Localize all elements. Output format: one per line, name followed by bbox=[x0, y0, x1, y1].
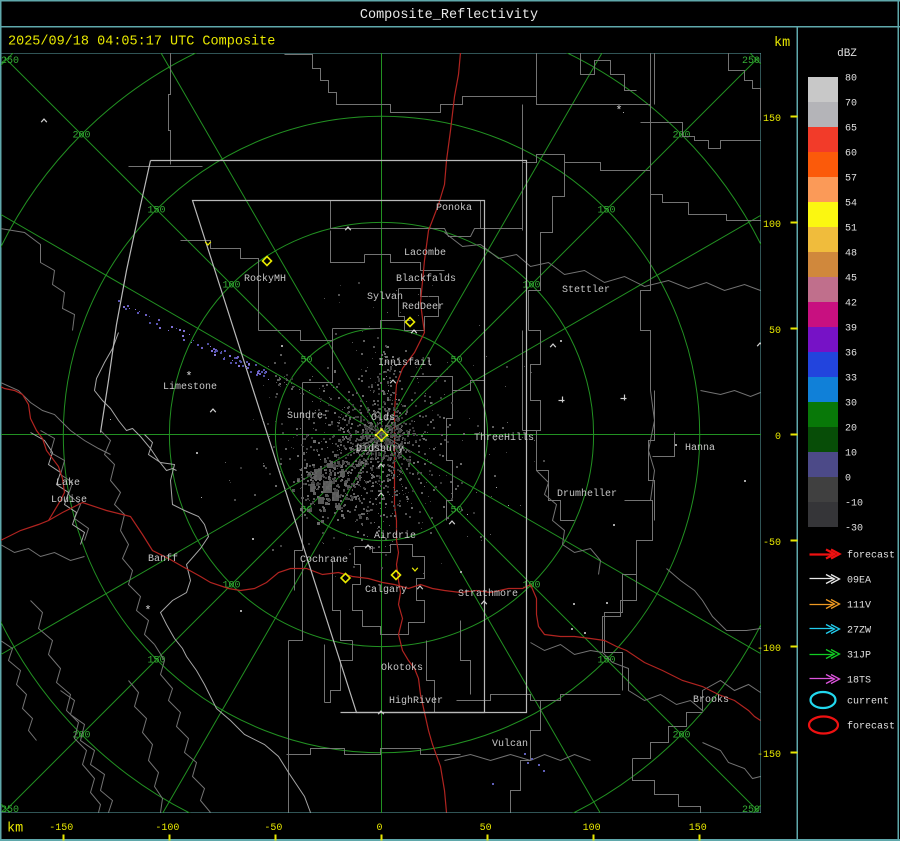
svg-text:48: 48 bbox=[845, 249, 857, 260]
svg-text:200: 200 bbox=[72, 131, 90, 142]
svg-text:39: 39 bbox=[845, 324, 857, 335]
svg-text:Sylvan: Sylvan bbox=[367, 291, 403, 303]
svg-text:100: 100 bbox=[763, 220, 781, 231]
svg-text:51: 51 bbox=[845, 224, 857, 235]
svg-text:70: 70 bbox=[845, 99, 857, 110]
svg-text:150: 150 bbox=[597, 206, 615, 217]
svg-text:-150: -150 bbox=[757, 750, 781, 761]
svg-text:33: 33 bbox=[845, 374, 857, 385]
svg-text:60: 60 bbox=[845, 149, 857, 160]
svg-text:km: km bbox=[7, 822, 23, 837]
svg-text:80: 80 bbox=[845, 74, 857, 85]
svg-text:10: 10 bbox=[845, 449, 857, 460]
svg-text:Calgary: Calgary bbox=[365, 584, 407, 596]
svg-text:111V: 111V bbox=[847, 601, 871, 612]
svg-text:Hanna: Hanna bbox=[685, 443, 715, 454]
svg-text:150: 150 bbox=[147, 206, 165, 217]
svg-text:65: 65 bbox=[845, 124, 857, 135]
svg-text:HighRiver: HighRiver bbox=[389, 695, 443, 707]
svg-text:Ponoka: Ponoka bbox=[436, 202, 472, 214]
svg-text:2025/09/18 04:05:17 UTC Compos: 2025/09/18 04:05:17 UTC Composite bbox=[8, 35, 275, 50]
svg-text:-100: -100 bbox=[155, 823, 179, 834]
svg-text:100: 100 bbox=[522, 281, 540, 292]
svg-text:50: 50 bbox=[450, 506, 462, 517]
svg-text:20: 20 bbox=[845, 424, 857, 435]
svg-text:200: 200 bbox=[672, 731, 690, 742]
svg-text:forecast: forecast bbox=[847, 721, 895, 733]
svg-text:km: km bbox=[774, 36, 790, 51]
svg-text:50: 50 bbox=[300, 356, 312, 367]
svg-text:Innisfail: Innisfail bbox=[378, 357, 432, 369]
svg-text:Vulcan: Vulcan bbox=[492, 738, 528, 750]
svg-text:Drumheller: Drumheller bbox=[557, 488, 617, 500]
svg-text:Sundre: Sundre bbox=[287, 410, 323, 422]
svg-text:0: 0 bbox=[775, 432, 781, 443]
svg-text:-100: -100 bbox=[757, 644, 781, 655]
svg-text:Lacombe: Lacombe bbox=[404, 247, 446, 259]
svg-text:*: * bbox=[144, 604, 151, 618]
svg-text:Stettler: Stettler bbox=[562, 284, 610, 296]
svg-text:RedDeer: RedDeer bbox=[402, 301, 444, 313]
svg-text:100: 100 bbox=[583, 823, 601, 834]
svg-text:50: 50 bbox=[480, 823, 492, 834]
svg-text:Banff: Banff bbox=[148, 553, 178, 565]
svg-text:50: 50 bbox=[450, 356, 462, 367]
svg-text:Cochrane: Cochrane bbox=[300, 554, 348, 566]
svg-text:ThreeHills: ThreeHills bbox=[474, 432, 534, 444]
svg-text:18TS: 18TS bbox=[847, 676, 871, 687]
svg-text:-50: -50 bbox=[763, 538, 781, 549]
svg-text:-30: -30 bbox=[845, 524, 863, 535]
svg-text:36: 36 bbox=[845, 349, 857, 360]
svg-text:Louise: Louise bbox=[51, 494, 87, 506]
svg-text:Blackfalds: Blackfalds bbox=[396, 273, 456, 285]
svg-text:forecast: forecast bbox=[847, 550, 895, 562]
svg-text:31JP: 31JP bbox=[847, 651, 871, 662]
svg-text:250: 250 bbox=[1, 56, 19, 67]
svg-text:current: current bbox=[847, 697, 889, 708]
svg-text:Composite_Reflectivity: Composite_Reflectivity bbox=[360, 8, 538, 23]
svg-text:*: * bbox=[615, 104, 622, 118]
svg-text:54: 54 bbox=[845, 199, 857, 210]
svg-text:42: 42 bbox=[845, 299, 857, 310]
svg-text:150: 150 bbox=[763, 114, 781, 125]
svg-text:30: 30 bbox=[845, 399, 857, 410]
svg-text:-150: -150 bbox=[49, 823, 73, 834]
svg-text:250: 250 bbox=[742, 56, 760, 67]
svg-text:Lake: Lake bbox=[56, 477, 80, 489]
svg-text:RockyMH: RockyMH bbox=[244, 273, 286, 285]
svg-text:Didsbury: Didsbury bbox=[356, 443, 404, 455]
svg-text:09EA: 09EA bbox=[847, 576, 871, 587]
svg-text:Olds: Olds bbox=[371, 412, 395, 424]
svg-text:Airdrie: Airdrie bbox=[374, 530, 416, 542]
svg-text:-10: -10 bbox=[845, 499, 863, 510]
svg-text:100: 100 bbox=[222, 281, 240, 292]
svg-text:50: 50 bbox=[769, 326, 781, 337]
svg-text:27ZW: 27ZW bbox=[847, 626, 871, 637]
svg-text:Limestone: Limestone bbox=[163, 381, 217, 393]
svg-text:Okotoks: Okotoks bbox=[381, 662, 423, 674]
svg-text:Brooks: Brooks bbox=[693, 694, 729, 706]
svg-text:150: 150 bbox=[689, 823, 707, 834]
svg-text:45: 45 bbox=[845, 274, 857, 285]
svg-text:dBZ: dBZ bbox=[837, 48, 857, 60]
svg-text:0: 0 bbox=[845, 474, 851, 485]
svg-text:-50: -50 bbox=[264, 823, 282, 834]
svg-text:57: 57 bbox=[845, 174, 857, 185]
svg-text:Strathmore: Strathmore bbox=[458, 588, 518, 600]
svg-text:0: 0 bbox=[376, 823, 382, 834]
